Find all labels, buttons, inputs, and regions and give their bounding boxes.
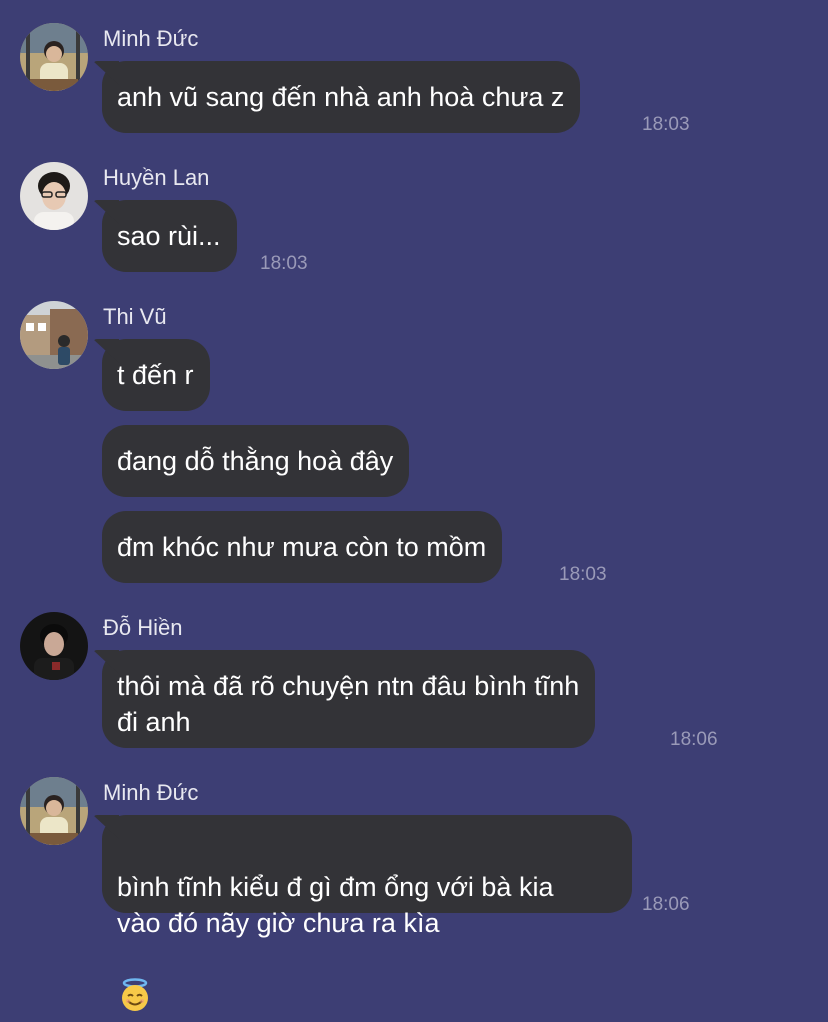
sender-name: Thi Vũ [103,304,167,329]
avatar[interactable] [20,23,88,91]
sender-name: Minh Đức [103,780,199,805]
message-timestamp: 18:03 [260,253,308,274]
avatar[interactable] [20,612,88,680]
avatar[interactable] [20,162,88,230]
message-bubble[interactable]: bình tĩnh kiểu đ gì đm ổng với bà kia và… [102,815,632,1011]
message-timestamp: 18:06 [642,894,690,915]
message-bubble[interactable]: đm khóc như mưa còn to mồm [102,511,503,583]
message-timestamp: 18:03 [559,564,607,585]
message-text: bình tĩnh kiểu đ gì đm ổng với bà kia và… [117,872,554,938]
message-timestamp: 18:06 [670,729,718,750]
sender-name: Huyền Lan [103,165,210,190]
smiling-face-with-halo-icon [117,941,153,1011]
chat-message-list[interactable]: Minh Đức anh vũ sang đến nhà anh hoà chư… [0,0,828,1011]
avatar[interactable] [20,777,88,845]
message-bubble[interactable]: thôi mà đã rõ chuyện ntn đâu bình tĩnh đ… [102,650,596,748]
sender-name: Đỗ Hiền [103,615,183,640]
sender-name: Minh Đức [103,26,199,51]
message-bubble[interactable]: đang dỗ thằng hoà đây [102,425,410,497]
message-bubble[interactable]: t đến r [102,339,210,411]
avatar[interactable] [20,301,88,369]
message-timestamp: 18:03 [642,114,690,135]
message-bubble[interactable]: sao rùi... [102,200,237,272]
message-bubble[interactable]: anh vũ sang đến nhà anh hoà chưa z [102,61,581,133]
